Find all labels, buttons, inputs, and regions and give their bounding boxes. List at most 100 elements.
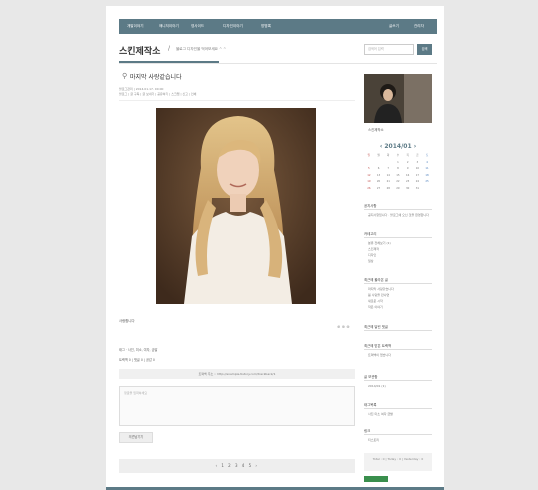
notice-item[interactable]: 공지사항입니다 · 블로그에 오신 것을 환영합니다	[368, 213, 429, 217]
link-divider	[364, 434, 432, 435]
calendar-day[interactable]: 27	[374, 186, 384, 191]
calendar-weekday: 수	[396, 154, 400, 157]
calendar-day[interactable]: 17	[413, 173, 423, 178]
category-divider	[364, 237, 432, 238]
post-meta: 블로그관리 | 2014.01.17. 00:00	[119, 87, 164, 91]
link-title: 링크	[364, 429, 371, 433]
badge-banner[interactable]	[364, 476, 388, 482]
calendar-day[interactable]: 22	[393, 179, 403, 184]
recent-posts-title: 최근에 올라온 글	[364, 278, 388, 282]
site-title[interactable]: 스킨제작소	[119, 44, 160, 57]
recent-posts-divider	[364, 283, 432, 284]
calendar-day[interactable]: 26	[364, 186, 374, 191]
calendar-title[interactable]: ‹ 2014/01 ›	[364, 143, 432, 150]
recent-post-item[interactable]: 봄 사랑을 만나면	[368, 293, 389, 297]
category-title: 카테고리	[364, 232, 377, 236]
calendar-day[interactable]: 9	[403, 166, 413, 171]
search-button[interactable]: 검색	[417, 44, 432, 55]
tags-title: 태그목록	[364, 403, 377, 407]
post-divider	[119, 100, 355, 101]
link-item[interactable]: 티스토리	[368, 438, 379, 442]
calendar-day[interactable]: 28	[383, 186, 393, 191]
calendar-day[interactable]: 14	[383, 173, 393, 178]
profile-name: 스킨제작소	[368, 128, 384, 132]
archive-title: 글 보관함	[364, 375, 378, 379]
top-nav: 개발이야기 매니저이야기 영사이드 디자인이야기 방명록 글쓰기 관리자	[119, 19, 437, 34]
site-description: 블로그 디자인을 먹어보세요 ^ ^	[176, 47, 227, 51]
calendar-day[interactable]: 10	[413, 166, 423, 171]
calendar-day[interactable]: 8	[393, 166, 403, 171]
calendar-weekday: 금	[416, 154, 419, 157]
calendar-day[interactable]: 12	[364, 173, 374, 178]
share-icons[interactable]: ⊕ ⊕ ⊕	[337, 324, 350, 329]
calendar-day[interactable]: 30	[403, 186, 413, 191]
tags-divider	[364, 408, 432, 409]
calendar-day[interactable]: 18	[422, 173, 432, 178]
page: 개발이야기 매니저이야기 영사이드 디자인이야기 방명록 글쓰기 관리자 스킨제…	[106, 6, 444, 490]
visitor-counter: Total : 0 | Today : 0 | Yesterday : 0	[364, 453, 432, 471]
nav-item-side[interactable]: 영사이드	[191, 19, 204, 34]
calendar-day[interactable]: 2	[403, 160, 413, 165]
notice-divider	[364, 209, 432, 210]
calendar-day[interactable]: 6	[374, 166, 384, 171]
trackback-divider	[364, 349, 432, 350]
pagination[interactable]: ‹ 1 2 3 4 5 ›	[119, 459, 355, 473]
calendar-day[interactable]: 13	[374, 173, 384, 178]
post-photo	[156, 108, 316, 304]
nav-item-admin[interactable]: 관리자	[414, 19, 424, 34]
calendar-day[interactable]: 29	[393, 186, 403, 191]
post-title[interactable]: 마지막 사랑같습니다	[130, 72, 182, 81]
calendar-weekday: 월	[377, 154, 380, 157]
post-stats[interactable]: 트랙백 0 | 댓글 0 | 공감 0	[119, 357, 155, 362]
title-separator: /	[168, 45, 171, 52]
calendar-day[interactable]: 11	[422, 166, 432, 171]
recent-comments-divider	[364, 330, 432, 331]
archive-item[interactable]: 2014/01 (1)	[368, 384, 386, 388]
recent-post-item[interactable]: 작은 이야기	[368, 305, 383, 309]
post-tags[interactable]: 태그 · 사진, 미소, 여자, 금발	[119, 347, 157, 352]
calendar-day[interactable]: 21	[383, 179, 393, 184]
category-item[interactable]: 스킨제작	[368, 247, 379, 251]
category-item[interactable]: 일상	[368, 259, 374, 263]
calendar-day[interactable]: 20	[374, 179, 384, 184]
calendar-weekday: 토	[425, 154, 429, 157]
comment-submit-button[interactable]: 의견남기기	[119, 432, 153, 443]
trackback-title: 최근에 받은 트랙백	[364, 344, 392, 348]
calendar-day[interactable]: 25	[422, 179, 432, 184]
calendar-day[interactable]: 15	[393, 173, 403, 178]
recent-post-item[interactable]: 새로운 시작	[368, 299, 383, 303]
category-item[interactable]: 분류 전체보기 (1)	[368, 241, 391, 245]
nav-item-dev[interactable]: 개발이야기	[127, 19, 144, 34]
notice-title: 공지사항	[364, 204, 377, 208]
calendar-day[interactable]: 16	[403, 173, 413, 178]
nav-item-write[interactable]: 글쓰기	[389, 19, 399, 34]
post-body: 사랑합니다	[119, 319, 135, 323]
nav-item-guestbook[interactable]: 방명록	[261, 19, 271, 34]
calendar-weekday: 화	[387, 154, 390, 157]
header-divider	[119, 63, 437, 64]
category-item[interactable]: 디자인	[368, 253, 376, 257]
calendar-day[interactable]: 23	[403, 179, 413, 184]
calendar-day[interactable]: 1	[393, 160, 403, 165]
calendar-day[interactable]: 5	[364, 166, 374, 171]
calendar-day[interactable]: 3	[413, 160, 423, 165]
search-input[interactable]: 검색어 입력	[364, 44, 414, 55]
recent-post-item[interactable]: 마지막 사랑같습니다	[368, 287, 394, 291]
trackback-item: 트랙백이 없습니다	[368, 353, 392, 357]
nav-item-design[interactable]: 디자인이야기	[223, 19, 243, 34]
recent-comments-title: 최근에 달린 댓글	[364, 325, 388, 329]
post-actions[interactable]: 블로그 | 글 구독 | 글 보내기 | 공유하기 | 스크랩 | 신고 | 인…	[119, 92, 196, 96]
nav-item-manager[interactable]: 매니저이야기	[159, 19, 179, 34]
comment-textarea[interactable]: 댓글을 입력하세요	[119, 386, 355, 426]
calendar-weekday: 목	[406, 154, 409, 157]
calendar-day[interactable]: 4	[422, 160, 432, 165]
trackback-address: 트랙백 주소 :: http://example.tistory.com/tra…	[119, 369, 355, 379]
calendar-day[interactable]: 19	[364, 179, 374, 184]
archive-divider	[364, 380, 432, 381]
calendar-weekday: 일	[367, 154, 371, 157]
calendar-day[interactable]: 7	[383, 166, 393, 171]
tag-cloud[interactable]: 사진 미소 여자 금발	[368, 412, 393, 416]
profile-image	[364, 74, 432, 123]
calendar-day[interactable]: 24	[413, 179, 423, 184]
calendar-day[interactable]: 31	[413, 186, 423, 191]
